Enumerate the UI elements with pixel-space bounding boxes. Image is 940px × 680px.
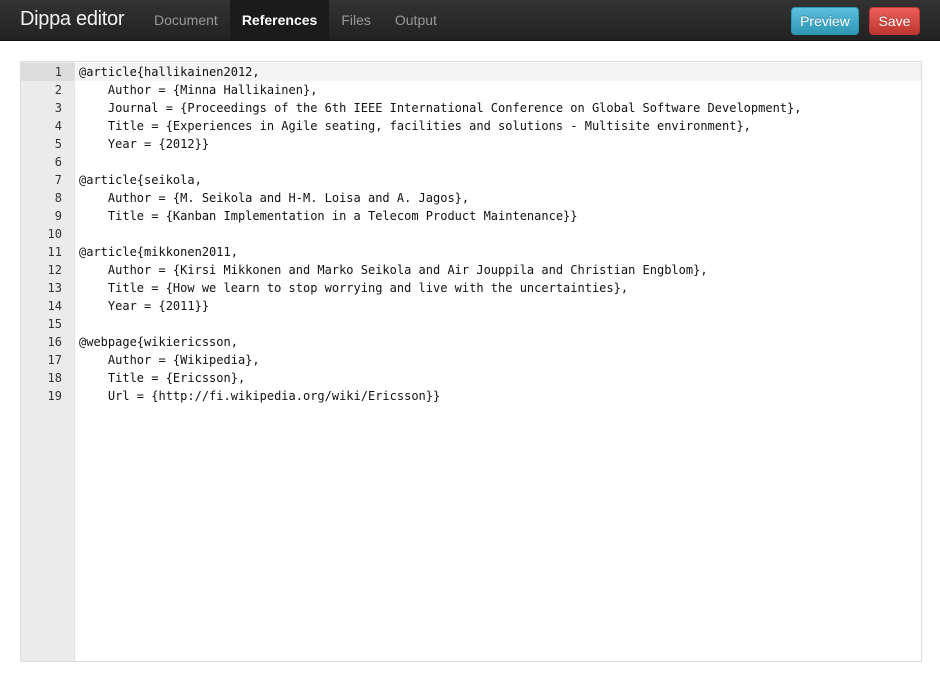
code-lines[interactable]: @article{hallikainen2012, Author = {Minn… [75, 62, 921, 405]
line-number: 14 [47, 299, 62, 313]
line-number: 3 [54, 101, 62, 115]
line-number: 1 [21, 63, 74, 81]
code-line[interactable]: Title = {Experiences in Agile seating, f… [75, 117, 921, 135]
line-number: 16 [47, 335, 62, 349]
code-line[interactable]: Year = {2011}} [75, 297, 921, 315]
code-line[interactable]: Author = {Kirsi Mikkonen and Marko Seiko… [75, 261, 921, 279]
code-line[interactable]: Author = {Minna Hallikainen}, [75, 81, 921, 99]
code-line[interactable]: Journal = {Proceedings of the 6th IEEE I… [75, 99, 921, 117]
line-number: 13 [47, 281, 62, 295]
tab-output[interactable]: Output [383, 0, 449, 40]
tab-references[interactable]: References [229, 0, 330, 40]
line-number: 8 [54, 191, 62, 205]
line-number: 7 [54, 173, 62, 187]
code-line[interactable]: Title = {Kanban Implementation in a Tele… [75, 207, 921, 225]
line-number: 9 [54, 209, 62, 223]
tab-files[interactable]: Files [329, 0, 383, 40]
nav-tabs: Document References Files Output [142, 0, 449, 40]
line-number: 17 [47, 353, 62, 367]
line-number: 15 [47, 317, 62, 331]
code-line[interactable]: Author = {M. Seikola and H-M. Loisa and … [75, 189, 921, 207]
code-line[interactable]: Title = {How we learn to stop worrying a… [75, 279, 921, 297]
save-button[interactable]: Save [869, 7, 920, 35]
code-line[interactable]: Title = {Ericsson}, [75, 369, 921, 387]
code-line[interactable]: Url = {http://fi.wikipedia.org/wiki/Eric… [75, 387, 921, 405]
gutter-lines: 1 2 3 4 5 6 7 8 9 10 11 12 13 14 15 16 17 18 19 [21, 62, 74, 405]
code-line[interactable]: @article{hallikainen2012, [75, 63, 921, 81]
code-line[interactable]: @webpage{wikiericsson, [75, 333, 921, 351]
line-number: 2 [54, 83, 62, 97]
code-line[interactable] [75, 225, 921, 243]
preview-button[interactable]: Preview [791, 7, 859, 35]
code-editor[interactable]: 1 2 3 4 5 6 7 8 9 10 11 12 13 14 15 16 17 18 19 @article{h… [20, 61, 922, 662]
line-number: 12 [47, 263, 62, 277]
app-brand[interactable]: Dippa editor [20, 8, 125, 31]
line-number-gutter: 1 2 3 4 5 6 7 8 9 10 11 12 13 14 15 16 17 18 19 [21, 62, 75, 661]
code-line[interactable] [75, 315, 921, 333]
code-line[interactable]: @article{seikola, [75, 171, 921, 189]
code-line[interactable]: Author = {Wikipedia}, [75, 351, 921, 369]
tab-document[interactable]: Document [142, 0, 230, 40]
line-number: 11 [47, 245, 62, 259]
code-area[interactable]: @article{hallikainen2012, Author = {Minn… [75, 62, 921, 661]
line-number: 6 [54, 155, 62, 169]
line-number: 19 [47, 389, 62, 403]
line-number: 18 [47, 371, 62, 385]
code-line[interactable]: @article{mikkonen2011, [75, 243, 921, 261]
line-number: 5 [54, 137, 62, 151]
line-number: 4 [54, 119, 62, 133]
code-line[interactable]: Year = {2012}} [75, 135, 921, 153]
top-navbar: Dippa editor Document References Files O… [0, 0, 940, 41]
code-line[interactable] [75, 153, 921, 171]
line-number: 10 [47, 227, 62, 241]
